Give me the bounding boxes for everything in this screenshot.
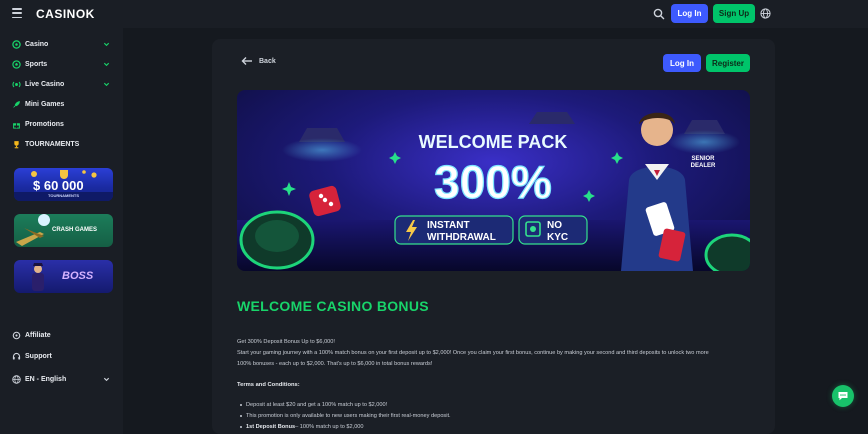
live-icon xyxy=(12,81,21,87)
globe-icon xyxy=(12,374,21,384)
list-item-text: This promotion is only available to new … xyxy=(246,413,451,419)
header-login-button[interactable]: Log In xyxy=(671,4,708,23)
dealer-label-line2: DEALER xyxy=(691,163,716,169)
headset-icon xyxy=(12,352,21,360)
badge-kyc-line1: NO xyxy=(547,220,562,231)
trophy-icon xyxy=(14,140,19,148)
arrow-left-icon xyxy=(241,57,252,65)
welcome-pack-banner: WELCOME PACK 300% INSTANT WITHDRAWAL NO … xyxy=(237,90,750,271)
gift-icon xyxy=(13,122,20,129)
terms-heading: Terms and Conditions: xyxy=(237,382,300,388)
logo-ok-text: OK xyxy=(75,7,95,21)
back-label: Back xyxy=(259,57,276,65)
rocket-icon xyxy=(13,100,20,108)
header-signup-button[interactable]: Sign Up xyxy=(713,4,755,23)
banner-percent: 300% xyxy=(434,156,552,208)
sidebar-item-label: TOURNAMENTS xyxy=(25,140,80,148)
crash-games-promo-banner[interactable]: CRASH GAMES xyxy=(14,214,113,247)
bonus-intro: Get 300% Deposit Bonus Up to $6,000! xyxy=(237,339,335,345)
list-item: Deposit at least $20 and get a 100% matc… xyxy=(240,402,387,408)
casino-chip-icon xyxy=(12,39,21,49)
sidebar: Casino Sports Live Casino Mini Games Pro… xyxy=(0,28,123,434)
sidebar-item-mini-games[interactable]: Mini Games xyxy=(0,95,123,113)
sidebar-item-affiliate[interactable]: Affiliate xyxy=(0,326,123,344)
sidebar-item-label: Sports xyxy=(25,60,48,68)
sidebar-item-promotions[interactable]: Promotions xyxy=(0,115,123,133)
chat-icon xyxy=(838,392,848,401)
sidebar-item-label: Live Casino xyxy=(25,80,65,88)
language-selector[interactable]: EN - English xyxy=(0,370,123,388)
live-chat-button[interactable] xyxy=(832,385,854,407)
search-icon[interactable] xyxy=(653,8,665,20)
sidebar-item-live-casino[interactable]: Live Casino xyxy=(0,75,123,93)
boss-promo-banner[interactable]: BOSS xyxy=(14,260,113,293)
sidebar-item-label: Affiliate xyxy=(25,331,51,339)
list-item-text: – 100% match up to $2,000 xyxy=(295,424,364,430)
chevron-down-icon[interactable] xyxy=(103,376,110,383)
panel-register-button[interactable]: Register xyxy=(706,54,750,72)
brand-logo[interactable]: CASINOK xyxy=(36,7,95,21)
panel-login-button[interactable]: Log In xyxy=(663,54,701,72)
banner-headline: WELCOME PACK xyxy=(419,132,568,152)
tournaments-amount: $ 60 000 xyxy=(33,178,84,193)
sidebar-item-label: Support xyxy=(25,352,52,360)
bonus-body-line1: Start your gaming journey with a 100% ma… xyxy=(237,350,709,356)
list-item: 1st Deposit Bonus – 100% match up to $2,… xyxy=(240,424,364,430)
tournaments-promo-banner[interactable]: $ 60 000 TOURNAMENTS xyxy=(14,168,113,201)
bonus-body-line2: 100% bonuses - each up to $2,000. That's… xyxy=(237,361,433,367)
back-link[interactable]: Back xyxy=(241,56,276,66)
sidebar-item-label: Casino xyxy=(25,40,49,48)
logo-text: CASIN xyxy=(36,7,76,21)
sidebar-item-sports[interactable]: Sports xyxy=(0,55,123,73)
hamburger-menu-icon[interactable] xyxy=(12,8,22,18)
badge-withdrawal-line1: INSTANT xyxy=(427,220,470,231)
tournaments-label: TOURNAMENTS xyxy=(48,193,80,198)
chevron-down-icon[interactable] xyxy=(103,61,110,68)
affiliate-icon xyxy=(12,331,21,339)
page-title: WELCOME CASINO BONUS xyxy=(237,298,429,314)
chevron-down-icon[interactable] xyxy=(103,41,110,48)
sidebar-item-label: Promotions xyxy=(25,120,64,128)
chevron-down-icon[interactable] xyxy=(103,81,110,88)
boss-label: BOSS xyxy=(62,270,94,282)
crash-games-label: CRASH GAMES xyxy=(52,227,98,233)
soccer-ball-icon xyxy=(12,59,21,69)
badge-withdrawal-line2: WITHDRAWAL xyxy=(427,232,496,243)
list-item: This promotion is only available to new … xyxy=(240,413,451,419)
banner-art: WELCOME PACK 300% INSTANT WITHDRAWAL NO … xyxy=(237,112,750,271)
globe-icon[interactable] xyxy=(760,8,771,19)
badge-kyc-line2: KYC xyxy=(547,232,568,243)
sidebar-item-label: Mini Games xyxy=(25,100,65,108)
sidebar-item-casino[interactable]: Casino xyxy=(0,35,123,53)
top-bar: CASINOK Log In Sign Up xyxy=(0,0,868,28)
sidebar-item-tournaments[interactable]: TOURNAMENTS xyxy=(0,135,123,153)
list-item-bold: 1st Deposit Bonus xyxy=(246,424,296,430)
list-item-text: Deposit at least $20 and get a 100% matc… xyxy=(246,402,388,408)
language-label: EN - English xyxy=(25,375,67,383)
dealer-label-line1: SENIOR xyxy=(691,156,715,162)
sidebar-item-support[interactable]: Support xyxy=(0,347,123,365)
